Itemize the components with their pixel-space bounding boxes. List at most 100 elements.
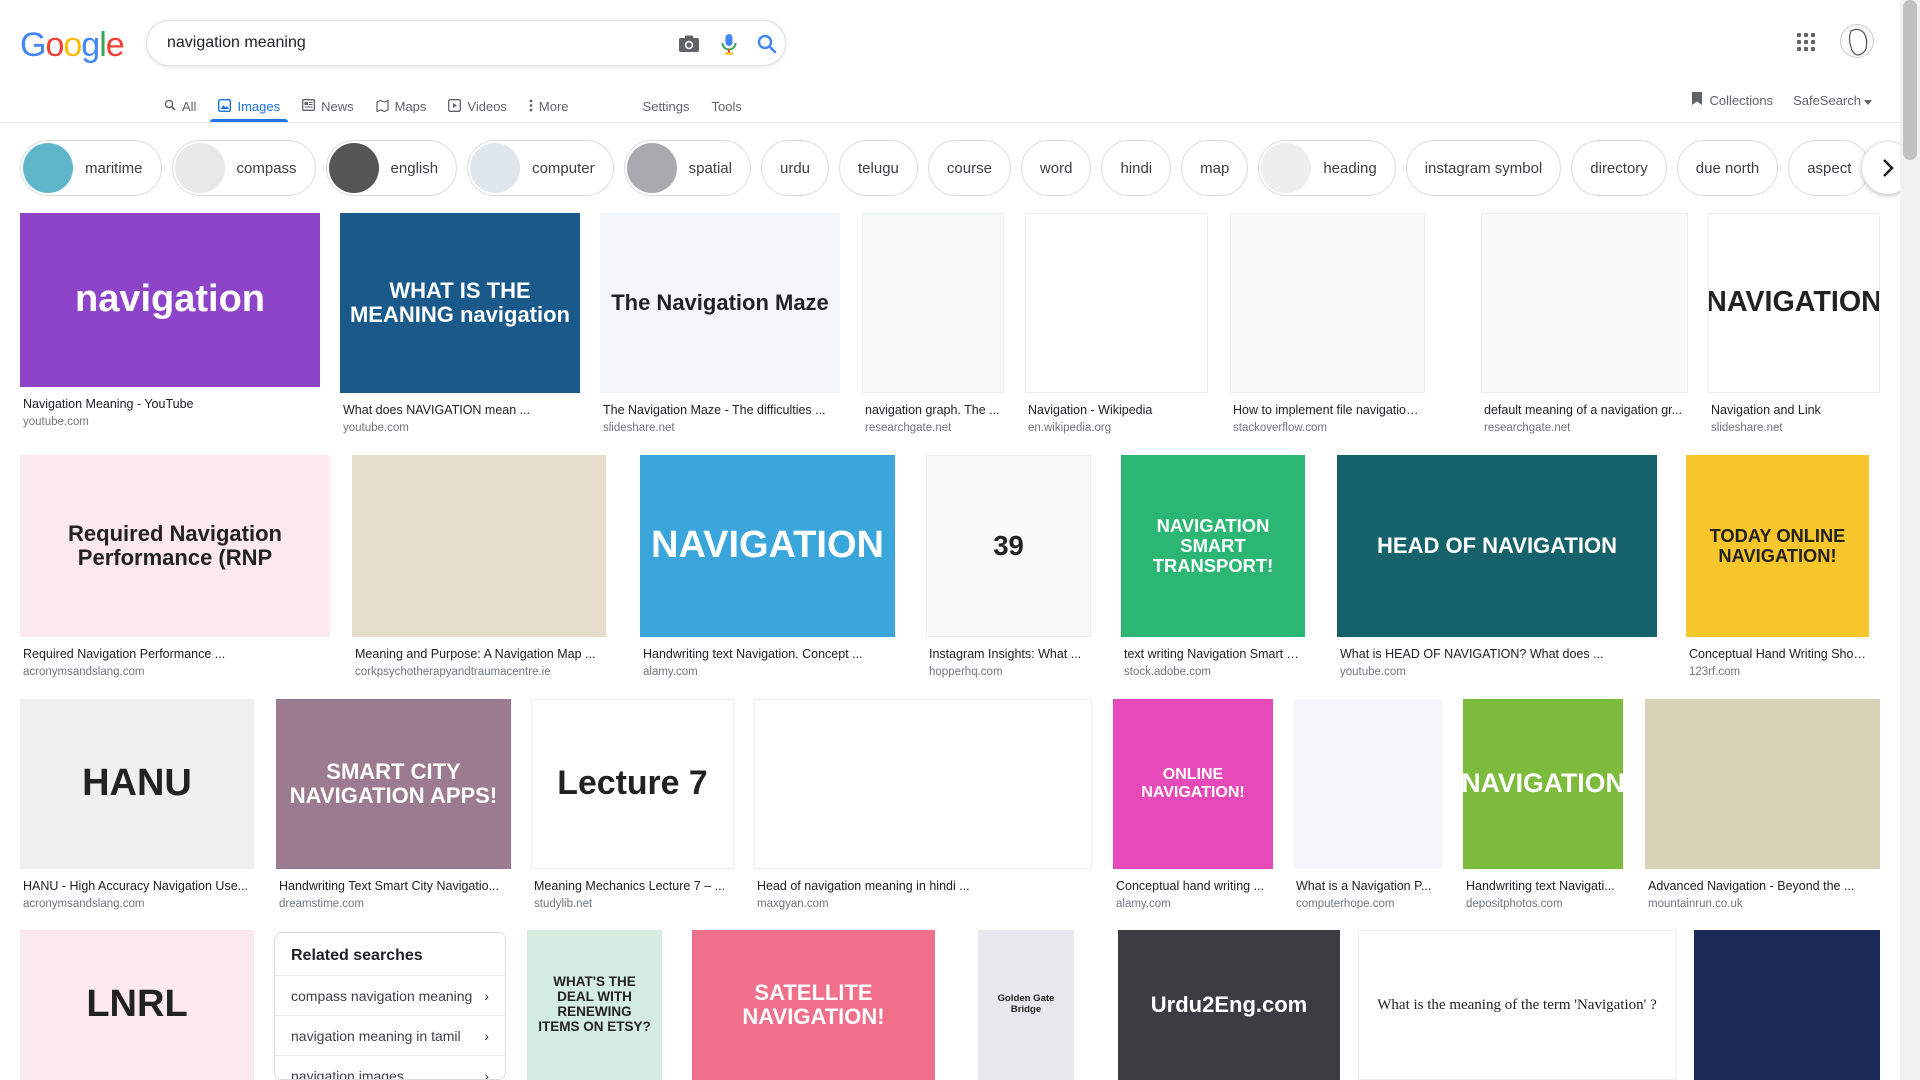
result-source[interactable]: slideshare.net	[603, 422, 839, 434]
result-title[interactable]: The Navigation Maze - The difficulties .…	[603, 403, 839, 417]
chip-map[interactable]: map	[1181, 140, 1249, 196]
chip-spatial[interactable]: spatial	[623, 140, 751, 196]
result-source[interactable]: alamy.com	[1116, 898, 1272, 910]
chip-computer[interactable]: computer	[467, 140, 614, 196]
result-thumbnail[interactable]	[1481, 213, 1688, 393]
result-source[interactable]: youtube.com	[23, 416, 319, 428]
result-thumbnail[interactable]: NAVIGATION	[1708, 213, 1880, 393]
result-title[interactable]: Head of navigation meaning in hindi ...	[757, 879, 1091, 893]
result-source[interactable]: stock.adobe.com	[1124, 666, 1304, 678]
result-thumbnail[interactable]: SATELLITE NAVIGATION!	[692, 930, 935, 1080]
chip-hindi[interactable]: hindi	[1101, 140, 1172, 196]
chip-due-north[interactable]: due north	[1676, 140, 1779, 196]
chip-english[interactable]: english	[325, 140, 458, 196]
result-thumbnail[interactable]: TODAY ONLINE NAVIGATION!	[1686, 455, 1869, 637]
result-title[interactable]: Conceptual Hand Writing Showin...	[1689, 647, 1868, 661]
result-title[interactable]: Handwriting text Navigati...	[1466, 879, 1622, 893]
result-title[interactable]: What is a Navigation P...	[1296, 879, 1442, 893]
result-source[interactable]: hopperhq.com	[929, 666, 1090, 678]
result-title[interactable]: default meaning of a navigation gr...	[1484, 403, 1687, 417]
result-source[interactable]: en.wikipedia.org	[1028, 422, 1207, 434]
result-thumbnail[interactable]: HEAD OF NAVIGATION	[1337, 455, 1657, 637]
result-source[interactable]: stackoverflow.com	[1233, 422, 1424, 434]
result-thumbnail[interactable]: navigation	[20, 213, 320, 387]
result-thumbnail[interactable]	[1025, 213, 1208, 393]
result-thumbnail[interactable]: Golden Gate Bridge	[978, 930, 1074, 1080]
result-source[interactable]: youtube.com	[1340, 666, 1656, 678]
result-title[interactable]: HANU - High Accuracy Navigation Use...	[23, 879, 253, 893]
chip-course[interactable]: course	[927, 140, 1011, 196]
search-icon[interactable]	[755, 32, 779, 56]
result-source[interactable]: maxgyan.com	[757, 898, 1091, 910]
related-search-item[interactable]: navigation images ›	[275, 1056, 505, 1080]
chip-urdu[interactable]: urdu	[760, 140, 830, 196]
result-thumbnail[interactable]: NAVIGATION	[1463, 699, 1623, 869]
result-source[interactable]: slideshare.net	[1711, 422, 1879, 434]
result-thumbnail[interactable]: Lecture 7	[531, 699, 734, 869]
result-source[interactable]: alamy.com	[643, 666, 894, 678]
result-thumbnail[interactable]: What is the meaning of the term 'Navigat…	[1358, 930, 1676, 1080]
result-thumbnail[interactable]: LNRL	[20, 930, 254, 1080]
tab-all[interactable]: All	[164, 88, 196, 122]
result-source[interactable]: youtube.com	[343, 422, 579, 434]
result-title[interactable]: navigation graph. The ...	[865, 403, 1003, 417]
tab-settings[interactable]: Settings	[643, 88, 690, 122]
result-title[interactable]: text writing Navigation Smart Tra...	[1124, 647, 1304, 661]
result-thumbnail[interactable]: WHAT IS THE MEANING navigation	[340, 213, 580, 393]
result-title[interactable]: Required Navigation Performance ...	[23, 647, 329, 661]
result-source[interactable]: corkpsychotherapyandtraumacentre.ie	[355, 666, 605, 678]
chip-telugu[interactable]: telugu	[839, 140, 918, 196]
chip-instagram-symbol[interactable]: instagram symbol	[1405, 140, 1562, 196]
tab-videos[interactable]: Videos	[448, 88, 507, 122]
result-thumbnail[interactable]	[352, 455, 606, 637]
result-thumbnail[interactable]: The Navigation Maze	[600, 213, 840, 393]
tab-news[interactable]: News	[302, 88, 354, 122]
result-title[interactable]: Advanced Navigation - Beyond the ...	[1648, 879, 1879, 893]
result-source[interactable]: mountainrun.co.uk	[1648, 898, 1879, 910]
collections-button[interactable]: Collections	[1691, 91, 1773, 109]
result-title[interactable]: Navigation and Link	[1711, 403, 1879, 417]
result-source[interactable]: depositphotos.com	[1466, 898, 1622, 910]
result-thumbnail[interactable]: NAVIGATION	[640, 455, 895, 637]
result-title[interactable]: What is HEAD OF NAVIGATION? What does ..…	[1340, 647, 1656, 661]
result-title[interactable]: Navigation Meaning - YouTube	[23, 397, 319, 411]
result-source[interactable]: dreamstime.com	[279, 898, 510, 910]
account-avatar[interactable]	[1840, 24, 1874, 58]
result-thumbnail[interactable]: Urdu2Eng.com	[1118, 930, 1340, 1080]
result-thumbnail[interactable]	[862, 213, 1004, 393]
result-thumbnail[interactable]: WHAT'S THE DEAL WITH RENEWING ITEMS ON E…	[527, 930, 662, 1080]
result-thumbnail[interactable]: ONLINE NAVIGATION!	[1113, 699, 1273, 869]
result-title[interactable]: Conceptual hand writing ...	[1116, 879, 1272, 893]
related-search-item[interactable]: navigation meaning in tamil ›	[275, 1016, 505, 1056]
page-scrollbar[interactable]	[1900, 0, 1920, 1080]
result-thumbnail[interactable]: Required Navigation Performance (RNP	[20, 455, 330, 637]
tab-more[interactable]: More	[529, 88, 569, 122]
google-logo[interactable]: Google	[20, 26, 125, 65]
chip-word[interactable]: word	[1020, 140, 1092, 196]
result-title[interactable]: Meaning Mechanics Lecture 7 – ...	[534, 879, 733, 893]
tab-images[interactable]: Images	[210, 88, 288, 122]
result-title[interactable]: Navigation - Wikipedia	[1028, 403, 1207, 417]
result-source[interactable]: acronymsandslang.com	[23, 666, 329, 678]
result-title[interactable]: Handwriting Text Smart City Navigatio...	[279, 879, 510, 893]
chip-maritime[interactable]: maritime	[20, 140, 162, 196]
chip-compass[interactable]: compass	[171, 140, 316, 196]
result-title[interactable]: What does NAVIGATION mean ...	[343, 403, 579, 417]
result-title[interactable]: How to implement file navigation ...	[1233, 403, 1424, 417]
camera-icon[interactable]	[677, 32, 701, 56]
related-search-item[interactable]: compass navigation meaning ›	[275, 976, 505, 1016]
result-source[interactable]: 123rf.com	[1689, 666, 1868, 678]
result-thumbnail[interactable]	[754, 699, 1092, 869]
result-source[interactable]: researchgate.net	[1484, 422, 1687, 434]
search-input[interactable]	[167, 31, 627, 55]
tab-tools[interactable]: Tools	[712, 88, 742, 122]
result-thumbnail[interactable]: 39	[926, 455, 1091, 637]
result-source[interactable]: acronymsandslang.com	[23, 898, 253, 910]
result-thumbnail[interactable]: SMART CITY NAVIGATION APPS!	[276, 699, 511, 869]
result-source[interactable]: computerhope.com	[1296, 898, 1442, 910]
result-thumbnail[interactable]	[1694, 930, 1880, 1080]
result-thumbnail[interactable]	[1293, 699, 1443, 869]
result-title[interactable]: Handwriting text Navigation. Concept ...	[643, 647, 894, 661]
safesearch-button[interactable]: SafeSearch	[1793, 93, 1872, 108]
tab-maps[interactable]: Maps	[376, 88, 426, 122]
